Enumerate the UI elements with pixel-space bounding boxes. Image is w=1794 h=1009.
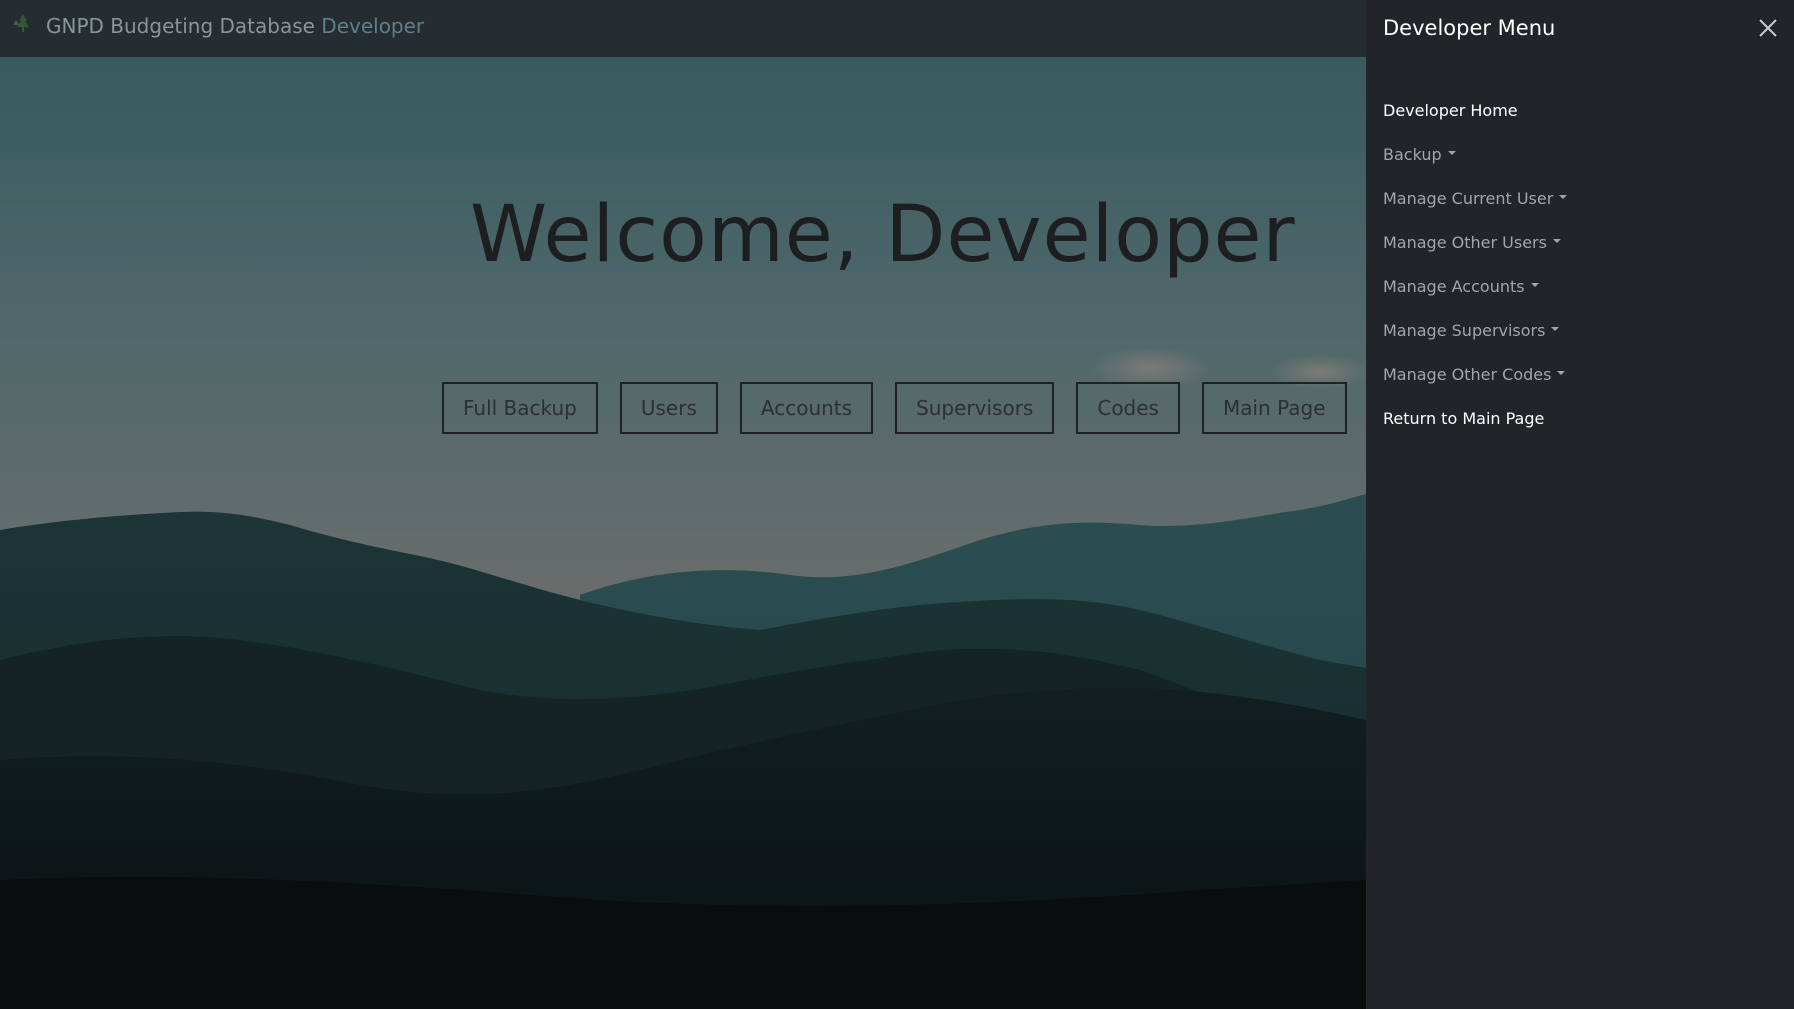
dim-overlay — [0, 0, 1366, 1009]
menu-item-developer-home[interactable]: Developer Home — [1383, 88, 1567, 132]
page-title: Welcome, Developer — [470, 190, 1296, 280]
menu-item-label: Developer Home — [1383, 100, 1518, 120]
menu-item-manage-supervisors[interactable]: Manage Supervisors — [1383, 308, 1567, 352]
menu-item-label: Return to Main Page — [1383, 408, 1545, 428]
menu-item-label: Manage Current User — [1383, 188, 1554, 208]
quick-actions: Full Backup Users Accounts Supervisors C… — [442, 382, 1347, 434]
menu-item-manage-current-user[interactable]: Manage Current User — [1383, 176, 1568, 220]
main-page-button[interactable]: Main Page — [1201, 382, 1347, 434]
menu-item-manage-other-users[interactable]: Manage Other Users — [1383, 220, 1567, 264]
menu-item-label: Manage Other Users — [1383, 232, 1547, 252]
brand-name: GNPD Budgeting Database — [46, 14, 315, 38]
close-icon[interactable] — [1756, 16, 1780, 40]
page: GNPD Budgeting Database Developer Welcom… — [0, 0, 1794, 1009]
supervisors-button[interactable]: Supervisors — [895, 382, 1055, 434]
developer-menu-panel: Developer Menu Developer Home Backup Man… — [1366, 0, 1794, 1009]
menu-item-label: Backup — [1383, 144, 1442, 164]
caret-down-icon — [1559, 195, 1568, 199]
top-navbar: GNPD Budgeting Database Developer — [0, 0, 1366, 57]
menu-item-manage-other-codes[interactable]: Manage Other Codes — [1383, 352, 1567, 396]
accounts-button[interactable]: Accounts — [739, 382, 874, 434]
menu-item-label: Manage Other Codes — [1383, 364, 1552, 384]
caret-down-icon — [1552, 239, 1561, 243]
menu-title: Developer Menu — [1383, 16, 1556, 40]
brand-link[interactable]: GNPD Budgeting Database Developer — [46, 14, 424, 38]
caret-down-icon — [1557, 371, 1566, 375]
developer-menu-list: Developer Home Backup Manage Current Use… — [1383, 88, 1568, 440]
menu-item-backup[interactable]: Backup — [1383, 132, 1567, 176]
menu-item-return-to-main-page[interactable]: Return to Main Page — [1383, 396, 1567, 440]
caret-down-icon — [1530, 283, 1539, 287]
menu-item-manage-accounts[interactable]: Manage Accounts — [1383, 264, 1567, 308]
menu-item-label: Manage Supervisors — [1383, 320, 1546, 340]
tree-logo-icon[interactable] — [12, 12, 34, 34]
background-image — [0, 0, 1366, 1009]
users-button[interactable]: Users — [619, 382, 718, 434]
full-backup-button[interactable]: Full Backup — [442, 382, 598, 434]
brand-accent: Developer — [321, 14, 425, 38]
caret-down-icon — [1447, 151, 1456, 155]
codes-button[interactable]: Codes — [1076, 382, 1180, 434]
caret-down-icon — [1551, 327, 1560, 331]
menu-item-label: Manage Accounts — [1383, 276, 1525, 296]
